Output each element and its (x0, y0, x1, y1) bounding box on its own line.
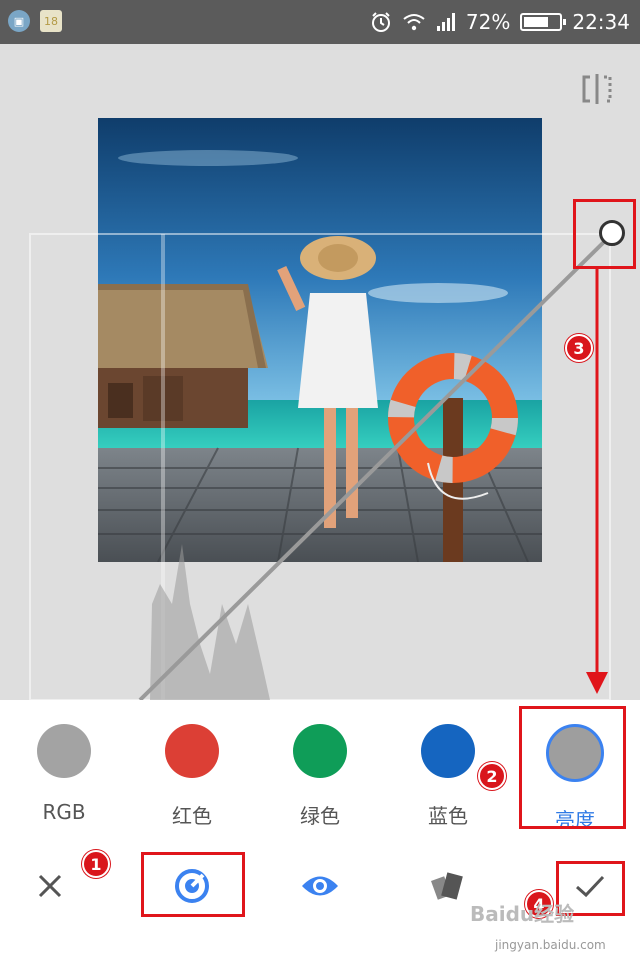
channel-red-swatch (165, 724, 219, 778)
compare-icon[interactable] (580, 72, 614, 106)
alarm-icon (371, 12, 390, 32)
calendar-icon: 18 (40, 10, 62, 32)
photo-preview (98, 118, 542, 562)
wifi-icon (403, 14, 425, 31)
image-icon: ▣ (8, 10, 30, 32)
channel-green-label: 绿色 (300, 804, 340, 828)
cancel-button[interactable] (26, 864, 74, 908)
channel-green[interactable]: 绿色 (265, 724, 375, 829)
eye-icon (302, 876, 338, 896)
annotation-box-control-point (573, 199, 636, 269)
channel-blue-label: 蓝色 (428, 804, 468, 828)
annotation-badge-1: 1 (82, 850, 110, 878)
image-canvas[interactable] (0, 44, 640, 700)
channel-rgb-label: RGB (42, 800, 86, 824)
clock: 22:34 (572, 10, 630, 34)
battery-icon (520, 13, 567, 31)
channel-rgb[interactable]: RGB (9, 724, 119, 824)
styles-button[interactable] (424, 864, 472, 908)
close-icon (38, 874, 62, 898)
watermark-url: jingyan.baidu.com (495, 938, 606, 952)
watermark-logo: Baidu经验 (470, 902, 575, 926)
signal-icon (436, 13, 455, 31)
status-bar: ▣ 18 72% 22:34 (0, 0, 640, 44)
annotation-box-curves-tool (141, 852, 245, 917)
channel-blue-swatch (421, 724, 475, 778)
battery-percent: 72% (465, 10, 511, 34)
preview-button[interactable] (296, 864, 344, 908)
channel-red[interactable]: 红色 (137, 724, 247, 829)
annotation-badge-3: 3 (565, 334, 593, 362)
styles-icon (431, 872, 463, 900)
annotation-box-luminance (519, 706, 626, 829)
channel-green-swatch (293, 724, 347, 778)
channel-red-label: 红色 (172, 804, 212, 828)
channel-rgb-swatch (37, 724, 91, 778)
annotation-badge-2: 2 (478, 762, 506, 790)
